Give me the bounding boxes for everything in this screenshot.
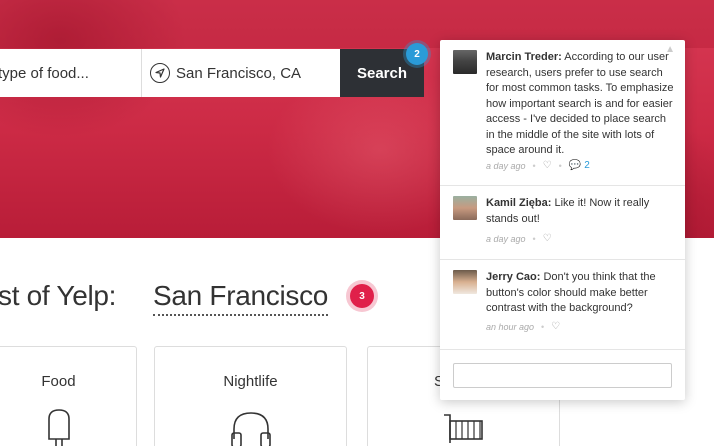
city-selector[interactable]: San Francisco bbox=[153, 280, 328, 316]
heart-icon[interactable]: ♡ bbox=[543, 233, 552, 244]
search-where-input[interactable]: San Francisco, CA bbox=[142, 49, 340, 97]
avatar bbox=[453, 196, 477, 220]
comment-text: According to our user research, users pr… bbox=[486, 51, 674, 156]
comment-body: Jerry Cao: Don't you think that the butt… bbox=[486, 270, 676, 317]
headphones-icon bbox=[230, 409, 272, 446]
comment-body: Kamil Zięba: Like it! Now it really stan… bbox=[486, 196, 676, 227]
comment-pin-2[interactable]: 2 bbox=[406, 43, 428, 65]
separator-dot: • bbox=[558, 160, 562, 171]
comment-time: a day ago bbox=[486, 233, 526, 244]
category-card-food[interactable]: Food bbox=[0, 346, 137, 446]
replies-button[interactable]: 💬 2 bbox=[569, 160, 590, 171]
comment-meta: a day ago • ♡ bbox=[486, 233, 552, 244]
page-heading-prefix: st of Yelp: bbox=[0, 280, 117, 311]
location-arrow-icon[interactable] bbox=[150, 63, 170, 83]
heart-icon[interactable]: ♡ bbox=[551, 321, 560, 332]
search-what-input[interactable]: type of food... bbox=[0, 49, 142, 97]
category-label: Nightlife bbox=[223, 373, 278, 390]
comment-meta: an hour ago • ♡ bbox=[486, 321, 560, 332]
category-label: Food bbox=[41, 373, 76, 390]
comment-body: Marcin Treder: According to our user res… bbox=[486, 50, 676, 159]
category-card-nightlife[interactable]: Nightlife bbox=[154, 346, 347, 446]
avatar bbox=[453, 270, 477, 294]
heart-icon[interactable]: ♡ bbox=[543, 160, 552, 171]
comment-author: Kamil Zięba: bbox=[486, 197, 552, 209]
shopping-cart-icon bbox=[442, 409, 486, 446]
separator-dot: • bbox=[532, 233, 536, 244]
speech-bubble-icon: 💬 bbox=[568, 160, 582, 171]
popsicle-icon bbox=[47, 409, 71, 446]
avatar bbox=[453, 50, 477, 74]
separator-dot: • bbox=[541, 321, 545, 332]
search-what-value: type of food... bbox=[0, 64, 89, 82]
comment-pin-3[interactable]: 3 bbox=[350, 284, 374, 308]
reply-input[interactable] bbox=[453, 363, 672, 388]
comment-item: Jerry Cao: Don't you think that the butt… bbox=[440, 260, 685, 350]
reply-count: 2 bbox=[584, 160, 590, 171]
comment-item: Kamil Zięba: Like it! Now it really stan… bbox=[440, 186, 685, 260]
separator-dot: • bbox=[532, 160, 536, 171]
comment-meta: a day ago • ♡ • 💬 2 bbox=[486, 160, 590, 171]
comment-time: a day ago bbox=[486, 160, 526, 171]
comment-author: Marcin Treder: bbox=[486, 51, 562, 63]
comments-panel: ▲ Marcin Treder: According to our user r… bbox=[440, 40, 685, 400]
comment-author: Jerry Cao: bbox=[486, 271, 541, 283]
comment-time: an hour ago bbox=[486, 321, 535, 332]
comment-item: Marcin Treder: According to our user res… bbox=[440, 40, 685, 186]
search-where-value: San Francisco, CA bbox=[176, 64, 302, 82]
